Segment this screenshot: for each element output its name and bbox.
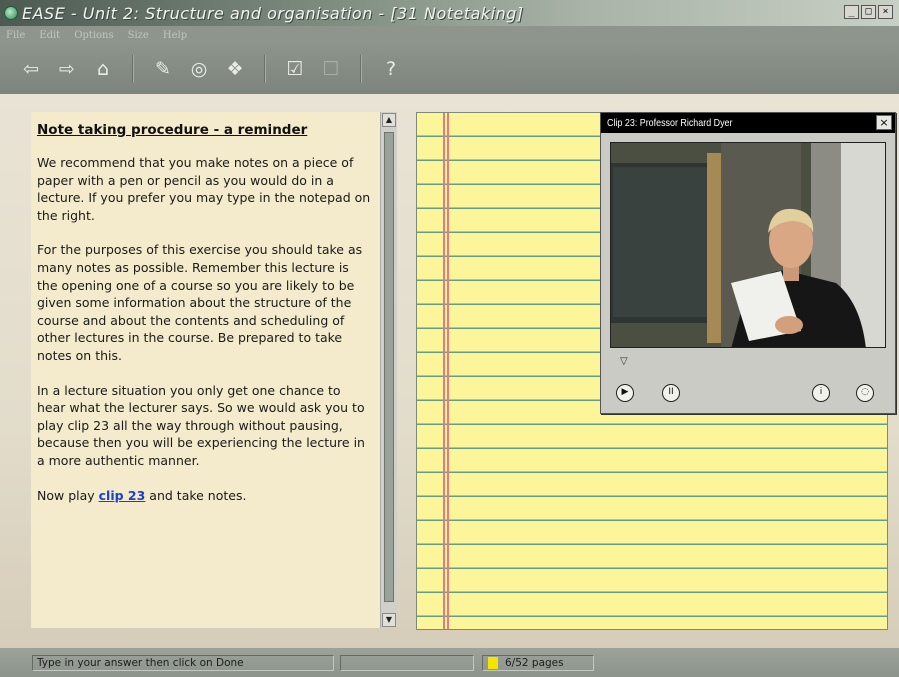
home-icon[interactable]: ⌂ xyxy=(88,54,118,84)
scroll-up-arrow-icon[interactable]: ▲ xyxy=(382,113,396,127)
play-prompt-suffix: and take notes. xyxy=(145,487,247,503)
video-controls: ▶ II i ◌ xyxy=(610,382,886,404)
help-icon[interactable]: ? xyxy=(376,54,406,84)
glossary-icon[interactable]: ◎ xyxy=(184,54,214,84)
video-progress-slider[interactable]: ▽ xyxy=(610,353,886,367)
notes-icon[interactable]: ✎ xyxy=(148,54,178,84)
window-controls: _ □ × xyxy=(844,5,893,19)
instruction-paragraph: In a lecture situation you only get one … xyxy=(37,382,365,468)
instruction-scrollbar[interactable]: ▲ ▼ xyxy=(380,112,397,628)
page-count-text: 6/52 pages xyxy=(505,657,564,669)
slider-knob-icon[interactable]: ▽ xyxy=(620,356,628,367)
minimize-button[interactable]: _ xyxy=(844,5,859,19)
instruction-paragraph: We recommend that you make notes on a pi… xyxy=(37,155,371,223)
play-icon[interactable]: ▶ xyxy=(616,384,634,402)
video-close-button[interactable]: × xyxy=(876,115,892,130)
instruction-panel: Note taking procedure - a reminder We re… xyxy=(31,112,380,628)
info-icon[interactable]: i xyxy=(812,384,830,402)
app-logo-icon xyxy=(4,6,18,20)
menu-help[interactable]: Help xyxy=(163,30,187,41)
forward-arrow-icon[interactable]: ⇨ xyxy=(52,54,82,84)
cancel-icon[interactable]: ☐ xyxy=(316,54,346,84)
status-field xyxy=(340,655,474,671)
toolbar: ⇦ ⇨ ⌂ ✎ ◎ ❖ ☑ ☐ ? xyxy=(0,44,899,94)
status-message: Type in your answer then click on Done xyxy=(32,655,334,671)
menu-bar: File Edit Options Size Help xyxy=(0,26,899,44)
done-check-icon[interactable]: ☑ xyxy=(280,54,310,84)
lecturer-video-still xyxy=(611,143,885,347)
video-frame[interactable] xyxy=(610,142,886,348)
volume-icon[interactable]: ◌ xyxy=(856,384,874,402)
instruction-paragraph: For the purposes of this exercise you sh… xyxy=(37,242,363,363)
toolbar-divider xyxy=(264,55,266,83)
maximize-button[interactable]: □ xyxy=(861,5,876,19)
toolbar-divider xyxy=(360,55,362,83)
video-clip-window[interactable]: Clip 23: Professor Richard Dyer × ▽ ▶ II… xyxy=(600,112,896,414)
menu-size[interactable]: Size xyxy=(128,30,149,41)
notepad-margin-line xyxy=(443,113,449,629)
instruction-heading: Note taking procedure - a reminder xyxy=(37,122,308,138)
scroll-thumb[interactable] xyxy=(384,132,394,602)
resources-icon[interactable]: ❖ xyxy=(220,54,250,84)
page-indicator-icon xyxy=(488,657,498,669)
page-counter: 6/52 pages xyxy=(482,655,594,671)
back-arrow-icon[interactable]: ⇦ xyxy=(16,54,46,84)
instruction-paragraph-play: Now play clip 23 and take notes. xyxy=(37,487,372,505)
menu-file[interactable]: File xyxy=(6,30,25,41)
pause-icon[interactable]: II xyxy=(662,384,680,402)
menu-options[interactable]: Options xyxy=(74,30,113,41)
title-bar: EASE - Unit 2: Structure and organisatio… xyxy=(0,0,899,26)
scroll-down-arrow-icon[interactable]: ▼ xyxy=(382,613,396,627)
clip-23-link[interactable]: clip 23 xyxy=(99,488,146,503)
close-window-button[interactable]: × xyxy=(878,5,893,19)
status-bar: Type in your answer then click on Done 6… xyxy=(0,648,899,677)
window-title: EASE - Unit 2: Structure and organisatio… xyxy=(22,3,524,23)
video-title-bar[interactable]: Clip 23: Professor Richard Dyer × xyxy=(601,113,895,133)
menu-edit[interactable]: Edit xyxy=(39,30,60,41)
play-prompt-prefix: Now play xyxy=(37,487,99,503)
toolbar-divider xyxy=(132,55,134,83)
video-title: Clip 23: Professor Richard Dyer xyxy=(607,117,733,129)
